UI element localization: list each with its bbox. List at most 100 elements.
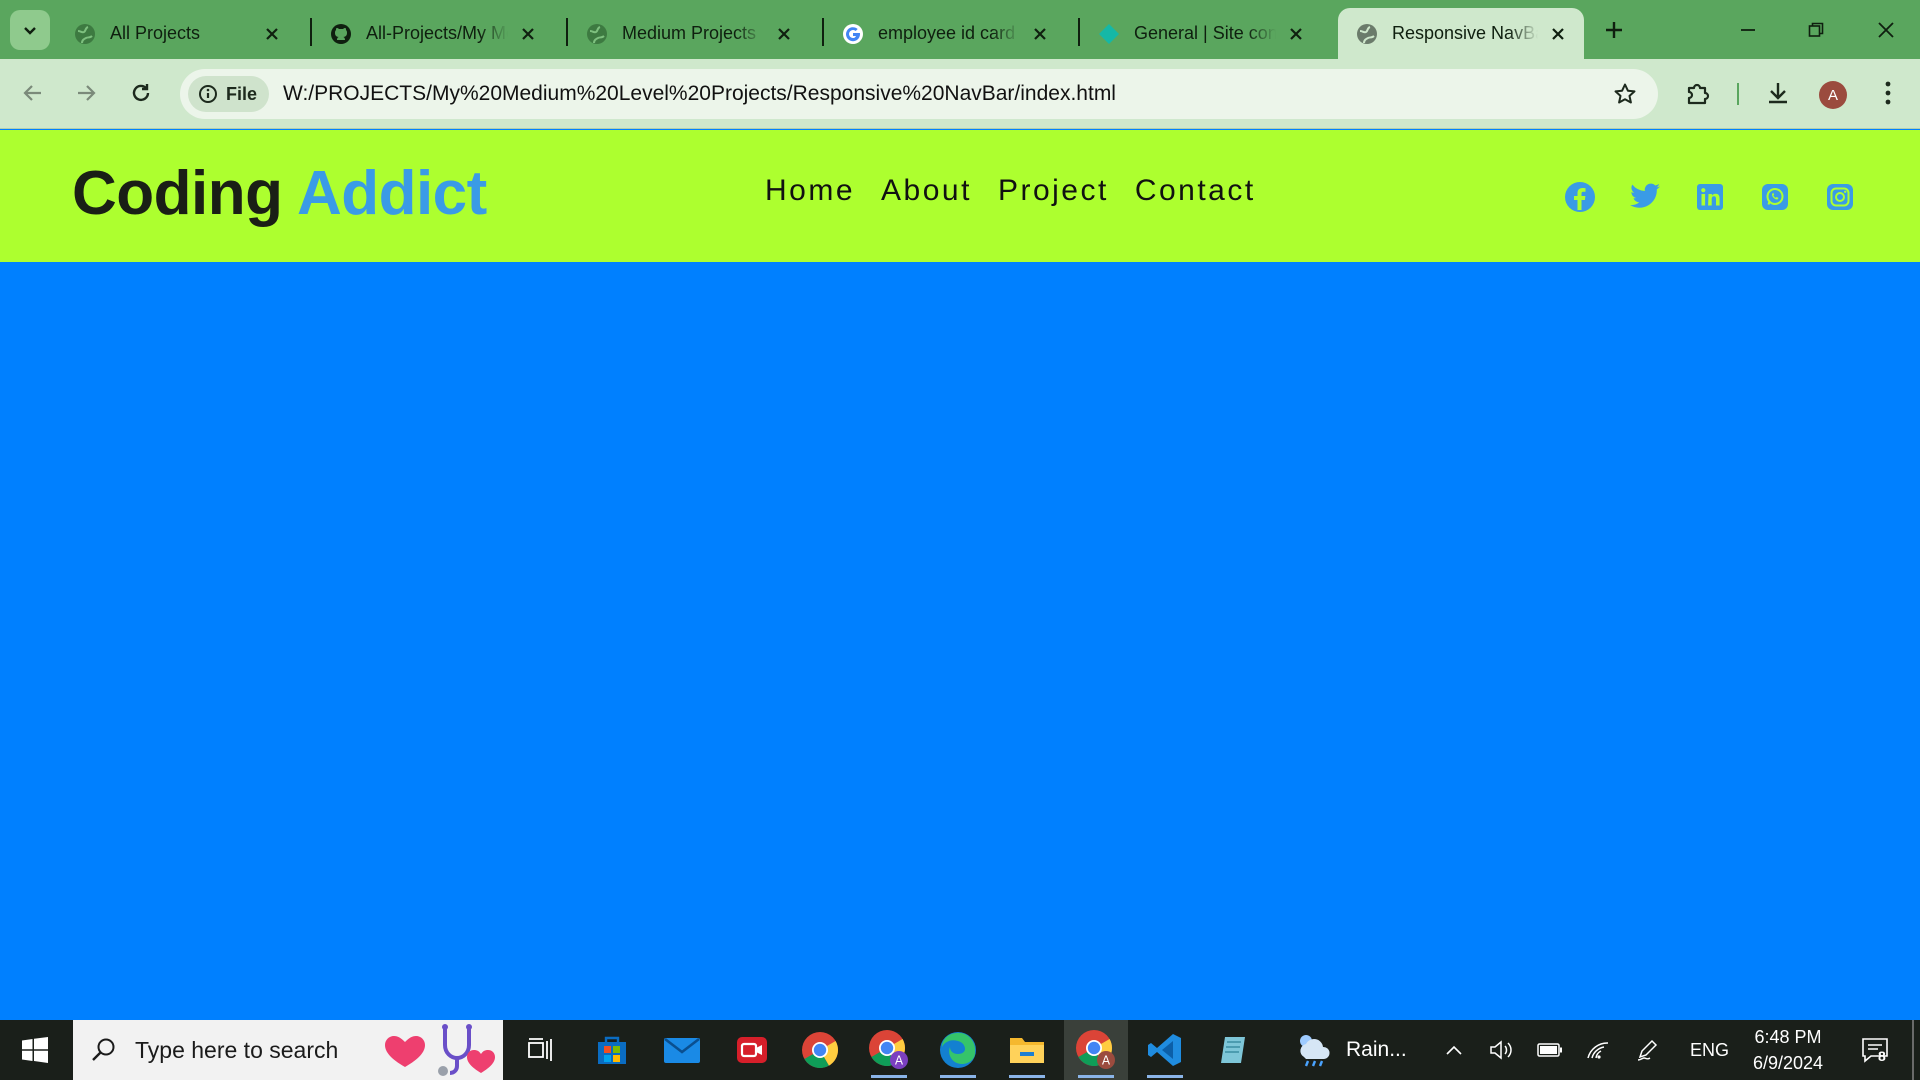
- puzzle-icon: [1687, 83, 1710, 105]
- screen-recorder-icon: [737, 1037, 767, 1063]
- taskbar-app-mail[interactable]: [650, 1020, 714, 1080]
- taskbar-search[interactable]: Type here to search: [73, 1020, 503, 1080]
- toolbar-divider: [1737, 83, 1739, 105]
- file-explorer-icon: [1010, 1038, 1044, 1063]
- search-highlight-illustration: [385, 1024, 495, 1076]
- logo-accent: Addict: [296, 159, 487, 228]
- pen-icon: [1637, 1039, 1658, 1061]
- site-logo[interactable]: Coding Addict: [72, 158, 487, 229]
- nav-link-home[interactable]: Home: [765, 174, 855, 208]
- close-icon[interactable]: [772, 22, 796, 46]
- taskbar-app-chrome-profile[interactable]: A: [857, 1020, 921, 1080]
- taskbar-app-edge[interactable]: [926, 1020, 990, 1080]
- restore-icon: [1808, 22, 1824, 37]
- more-vert-icon: [1885, 81, 1891, 105]
- tab-title: All-Projects/My Medium Level Projects: [366, 23, 508, 43]
- battery-button[interactable]: [1532, 1020, 1568, 1080]
- weather-text: Rain...: [1346, 1038, 1407, 1061]
- browser-tab[interactable]: All Projects: [56, 8, 298, 59]
- vscode-icon: [1148, 1034, 1181, 1066]
- taskbar-app-recorder[interactable]: [720, 1020, 784, 1080]
- taskbar-app-notepad[interactable]: [1202, 1020, 1266, 1080]
- nav-menu: Home About Project Contact: [765, 174, 1256, 208]
- input-language[interactable]: ENG: [1690, 1020, 1729, 1080]
- start-button[interactable]: [0, 1020, 70, 1080]
- bookmark-button[interactable]: [1610, 79, 1640, 109]
- profile-avatar[interactable]: A: [1819, 81, 1847, 109]
- star-icon: [1614, 83, 1636, 104]
- tab-search-button[interactable]: [10, 10, 50, 50]
- edge-icon: [940, 1032, 976, 1068]
- github-icon: [330, 23, 352, 45]
- plus-icon: [1606, 22, 1622, 38]
- windows-logo-icon: [22, 1037, 48, 1063]
- notification-count: 8: [1878, 1048, 1886, 1064]
- browser-tab-active[interactable]: Responsive NavBar: [1338, 8, 1584, 59]
- linkedin-icon[interactable]: [1693, 180, 1727, 214]
- site-navbar: Coding Addict Home About Project Contact: [0, 130, 1920, 262]
- menu-button[interactable]: [1868, 73, 1908, 113]
- close-icon[interactable]: [1284, 22, 1308, 46]
- notepad-icon: [1221, 1037, 1245, 1063]
- close-icon[interactable]: [260, 22, 284, 46]
- volume-button[interactable]: [1484, 1020, 1520, 1080]
- globe-icon: [586, 23, 608, 45]
- pen-menu-button[interactable]: [1630, 1020, 1666, 1080]
- close-icon[interactable]: [516, 22, 540, 46]
- network-button[interactable]: [1580, 1020, 1616, 1080]
- browser-tab[interactable]: Medium Projects: [568, 8, 810, 59]
- tab-title: Responsive NavBar: [1392, 23, 1538, 43]
- microsoft-store-icon: [598, 1036, 626, 1064]
- task-view-icon: [528, 1038, 552, 1061]
- system-clock[interactable]: 6:48 PM 6/9/2024: [1740, 1024, 1836, 1076]
- weather-widget[interactable]: Rain...: [1294, 1020, 1407, 1080]
- twitter-icon[interactable]: [1628, 180, 1662, 214]
- downloads-button[interactable]: [1758, 73, 1798, 113]
- forward-button[interactable]: [66, 73, 106, 113]
- new-tab-button[interactable]: [1596, 12, 1632, 48]
- facebook-icon[interactable]: [1563, 180, 1597, 214]
- tab-title: All Projects: [110, 23, 201, 43]
- notification-center-button[interactable]: 8: [1852, 1020, 1898, 1080]
- restore-button[interactable]: [1782, 0, 1850, 59]
- close-icon[interactable]: [1028, 22, 1052, 46]
- svg-text:A: A: [895, 1054, 904, 1068]
- taskbar-app-chrome[interactable]: [788, 1020, 852, 1080]
- extensions-button[interactable]: [1678, 73, 1718, 113]
- minimize-button[interactable]: [1714, 0, 1782, 59]
- windows-taskbar: Type here to search A A Rain... ENG 6:48…: [0, 1020, 1920, 1080]
- rain-cloud-icon: [1300, 1035, 1330, 1067]
- browser-tab[interactable]: employee id card: [824, 8, 1066, 59]
- address-bar[interactable]: File W:/PROJECTS/My%20Medium%20Level%20P…: [180, 69, 1658, 119]
- nav-link-about[interactable]: About: [881, 174, 972, 208]
- arrow-left-icon: [23, 85, 41, 101]
- tab-title: General | Site configuration: [1134, 23, 1276, 43]
- tab-title: employee id card: [878, 23, 1016, 43]
- mail-icon: [664, 1037, 700, 1063]
- nav-link-contact[interactable]: Contact: [1135, 174, 1256, 208]
- browser-tab[interactable]: All-Projects/My Medium Level Projects: [312, 8, 554, 59]
- browser-tab[interactable]: General | Site configuration: [1080, 8, 1322, 59]
- close-window-button[interactable]: [1852, 0, 1920, 59]
- task-view-button[interactable]: [508, 1020, 572, 1080]
- chrome-profile-icon: A: [869, 1030, 908, 1069]
- taskbar-app-file-explorer[interactable]: [995, 1020, 1059, 1080]
- show-desktop-button[interactable]: [1912, 1020, 1914, 1080]
- nav-link-project[interactable]: Project: [998, 174, 1109, 208]
- instagram-icon[interactable]: [1823, 180, 1857, 214]
- site-info-chip[interactable]: File: [188, 76, 270, 112]
- clock-date: 6/9/2024: [1752, 1053, 1824, 1073]
- url-text[interactable]: W:/PROJECTS/My%20Medium%20Level%20Projec…: [283, 82, 1116, 106]
- browser-tab-strip: All Projects All-Projects/My Medium Leve…: [0, 0, 1920, 59]
- site-info-label: File: [226, 83, 258, 104]
- browser-toolbar: File W:/PROJECTS/My%20Medium%20Level%20P…: [0, 59, 1920, 129]
- reload-button[interactable]: [121, 73, 161, 113]
- close-icon[interactable]: [1546, 22, 1570, 46]
- taskbar-app-store[interactable]: [580, 1020, 644, 1080]
- taskbar-app-vscode[interactable]: [1133, 1020, 1197, 1080]
- tab-title: Medium Projects: [622, 23, 757, 43]
- whatsapp-icon[interactable]: [1758, 180, 1792, 214]
- taskbar-app-chrome-profile-active[interactable]: A: [1064, 1020, 1128, 1080]
- show-hidden-icons-button[interactable]: [1438, 1020, 1470, 1080]
- back-button[interactable]: [13, 73, 53, 113]
